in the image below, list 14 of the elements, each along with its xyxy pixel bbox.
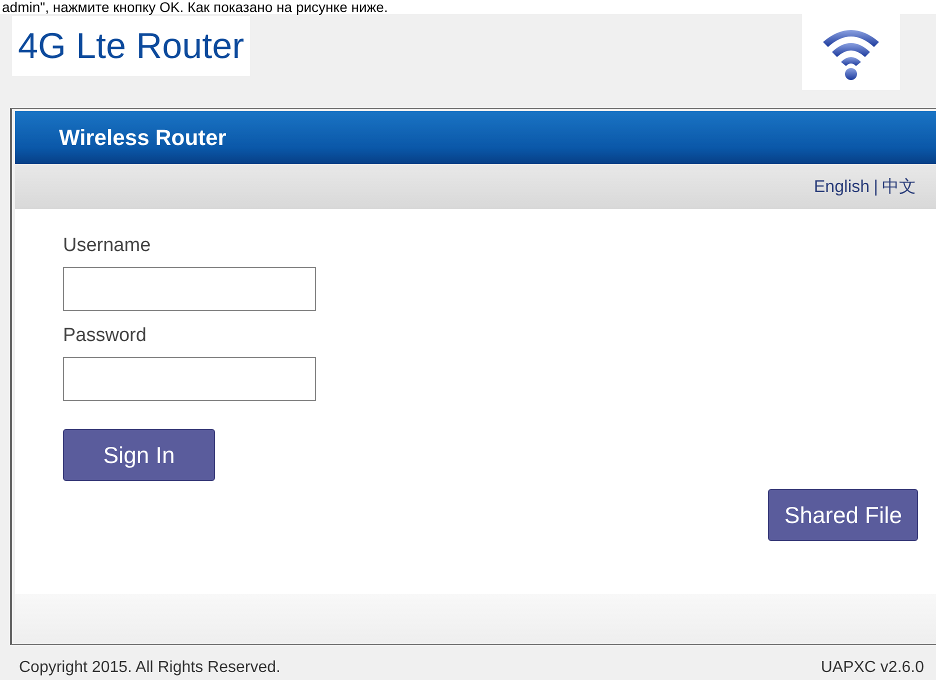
language-link[interactable]: English xyxy=(814,176,870,196)
version-text: UAPXC v2.6.0 xyxy=(820,659,924,677)
sign-in-button[interactable]: Sign In xyxy=(63,429,215,481)
input-field[interactable] xyxy=(63,267,316,311)
language-link[interactable]: 中文 xyxy=(882,175,916,198)
shared-file-button[interactable]: Shared File xyxy=(768,489,918,541)
field-label: Password xyxy=(63,325,148,347)
router-logo-title: 4G Lte Router xyxy=(12,16,250,76)
copyright-text: Copyright 2015. All Rights Reserved. xyxy=(19,659,280,677)
panel-title: Wireless Router xyxy=(59,124,226,150)
input-field[interactable] xyxy=(63,357,316,401)
separator-text: | xyxy=(874,176,878,196)
field-label: Username xyxy=(63,235,152,257)
caption-text: admin", нажмите кнопку OK. Как показано на рисунке ниже. xyxy=(0,0,936,14)
